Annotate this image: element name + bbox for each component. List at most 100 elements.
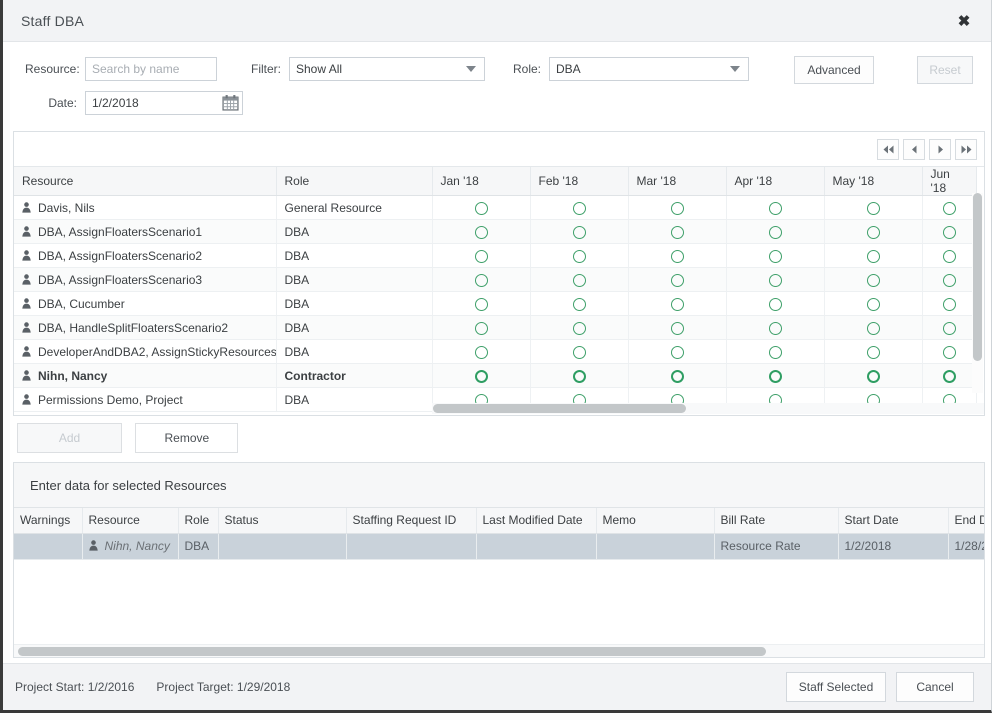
- cell-month-toggle[interactable]: [530, 315, 629, 340]
- cell-resource[interactable]: Nihn, Nancy: [82, 533, 179, 560]
- cell-resource[interactable]: DBA, HandleSplitFloatersScenario2: [14, 315, 277, 340]
- cell-month-toggle[interactable]: [726, 291, 825, 316]
- last-page-icon[interactable]: [955, 138, 977, 160]
- cell-role[interactable]: DBA: [276, 243, 433, 268]
- bottom-col-start-date[interactable]: Start Date: [838, 508, 949, 534]
- availability-circle-icon[interactable]: [670, 345, 684, 359]
- cell-month-toggle[interactable]: [432, 219, 531, 244]
- availability-circle-icon[interactable]: [866, 345, 880, 359]
- cell-role[interactable]: DBA: [276, 387, 433, 412]
- availability-circle-icon[interactable]: [670, 273, 684, 287]
- cell-month-toggle[interactable]: [432, 243, 531, 268]
- cell-resource[interactable]: DBA, AssignFloatersScenario3: [14, 267, 277, 292]
- table-row[interactable]: DBA, AssignFloatersScenario3 DBA: [14, 267, 977, 292]
- availability-circle-icon[interactable]: [670, 201, 684, 215]
- availability-circle-icon[interactable]: [670, 321, 684, 335]
- bottom-col-staffing-request-id[interactable]: Staffing Request ID: [346, 508, 477, 534]
- cancel-button[interactable]: Cancel: [896, 672, 974, 702]
- availability-circle-icon[interactable]: [866, 273, 880, 287]
- availability-circle-icon[interactable]: [942, 345, 956, 359]
- cell-month-toggle[interactable]: [726, 267, 825, 292]
- availability-circle-icon[interactable]: [942, 249, 956, 263]
- cell-month-toggle[interactable]: [628, 339, 727, 364]
- availability-circle-icon[interactable]: [866, 249, 880, 263]
- cell-month-toggle[interactable]: [628, 267, 727, 292]
- grid-horizontal-scrollbar[interactable]: [432, 403, 984, 414]
- table-row[interactable]: Nihn, Nancy Contractor: [14, 363, 977, 388]
- cell-role[interactable]: DBA: [276, 267, 433, 292]
- bottom-col-bill-rate[interactable]: Bill Rate: [714, 508, 839, 534]
- bottom-col-memo[interactable]: Memo: [596, 508, 715, 534]
- grid-col-resource[interactable]: Resource: [14, 167, 277, 196]
- cell-month-toggle[interactable]: [824, 291, 923, 316]
- cell-month-toggle[interactable]: [530, 219, 629, 244]
- cell-resource[interactable]: Davis, Nils: [14, 195, 277, 220]
- cell-month-toggle[interactable]: [824, 219, 923, 244]
- table-row[interactable]: Nihn, Nancy DBA Resource Rate 1/2/2018 1/28/…: [14, 533, 984, 560]
- cell-month-toggle[interactable]: [726, 339, 825, 364]
- reset-button[interactable]: Reset: [917, 56, 973, 84]
- cell-resource[interactable]: DBA, Cucumber: [14, 291, 277, 316]
- bottom-col-status[interactable]: Status: [218, 508, 347, 534]
- availability-circle-icon[interactable]: [942, 297, 956, 311]
- cell-month-toggle[interactable]: [530, 267, 629, 292]
- cell-month-toggle[interactable]: [628, 195, 727, 220]
- cell-month-toggle[interactable]: [922, 267, 977, 292]
- cell-month-toggle[interactable]: [726, 315, 825, 340]
- grid-col-may18[interactable]: May '18: [824, 167, 923, 196]
- filter-dropdown[interactable]: Show All: [289, 57, 485, 81]
- cell-month-toggle[interactable]: [530, 243, 629, 268]
- first-page-icon[interactable]: [877, 138, 899, 160]
- availability-circle-icon[interactable]: [572, 369, 586, 383]
- availability-circle-icon[interactable]: [572, 297, 586, 311]
- cell-month-toggle[interactable]: [432, 267, 531, 292]
- availability-circle-icon[interactable]: [768, 225, 782, 239]
- cell-month-toggle[interactable]: [530, 195, 629, 220]
- cell-memo[interactable]: [596, 533, 715, 560]
- bottom-col-role[interactable]: Role: [178, 508, 219, 534]
- cell-month-toggle[interactable]: [922, 291, 977, 316]
- grid-col-role[interactable]: Role: [276, 167, 433, 196]
- availability-circle-icon[interactable]: [866, 225, 880, 239]
- availability-circle-icon[interactable]: [572, 321, 586, 335]
- close-icon[interactable]: ✖: [951, 8, 977, 34]
- bottom-col-resource[interactable]: Resource: [82, 508, 179, 534]
- cell-warnings[interactable]: [14, 533, 83, 560]
- cell-month-toggle[interactable]: [628, 315, 727, 340]
- cell-month-toggle[interactable]: [432, 195, 531, 220]
- cell-resource[interactable]: Permissions Demo, Project: [14, 387, 277, 412]
- cell-role[interactable]: General Resource: [276, 195, 433, 220]
- cell-month-toggle[interactable]: [628, 219, 727, 244]
- cell-month-toggle[interactable]: [824, 243, 923, 268]
- add-button[interactable]: Add: [17, 423, 122, 453]
- cell-resource[interactable]: Nihn, Nancy: [14, 363, 277, 388]
- availability-circle-icon[interactable]: [474, 345, 488, 359]
- table-row[interactable]: DBA, HandleSplitFloatersScenario2 DBA: [14, 315, 977, 340]
- availability-circle-icon[interactable]: [572, 273, 586, 287]
- cell-month-toggle[interactable]: [922, 243, 977, 268]
- availability-circle-icon[interactable]: [768, 345, 782, 359]
- availability-circle-icon[interactable]: [866, 201, 880, 215]
- cell-role[interactable]: Contractor: [276, 363, 433, 388]
- availability-circle-icon[interactable]: [768, 369, 782, 383]
- grid-col-mar18[interactable]: Mar '18: [628, 167, 727, 196]
- availability-circle-icon[interactable]: [474, 273, 488, 287]
- bottom-col-warnings[interactable]: Warnings: [14, 508, 83, 534]
- cell-month-toggle[interactable]: [432, 339, 531, 364]
- availability-circle-icon[interactable]: [670, 297, 684, 311]
- cell-month-toggle[interactable]: [432, 315, 531, 340]
- table-row[interactable]: Davis, Nils General Resource: [14, 195, 977, 220]
- table-row[interactable]: DBA, AssignFloatersScenario1 DBA: [14, 219, 977, 244]
- cell-month-toggle[interactable]: [824, 315, 923, 340]
- cell-month-toggle[interactable]: [726, 363, 825, 388]
- cell-month-toggle[interactable]: [628, 243, 727, 268]
- cell-month-toggle[interactable]: [922, 363, 977, 388]
- cell-month-toggle[interactable]: [726, 219, 825, 244]
- availability-circle-icon[interactable]: [942, 225, 956, 239]
- cell-month-toggle[interactable]: [530, 291, 629, 316]
- cell-month-toggle[interactable]: [432, 291, 531, 316]
- availability-circle-icon[interactable]: [866, 369, 880, 383]
- cell-month-toggle[interactable]: [824, 267, 923, 292]
- grid-col-feb18[interactable]: Feb '18: [530, 167, 629, 196]
- resource-search-input[interactable]: [85, 57, 217, 81]
